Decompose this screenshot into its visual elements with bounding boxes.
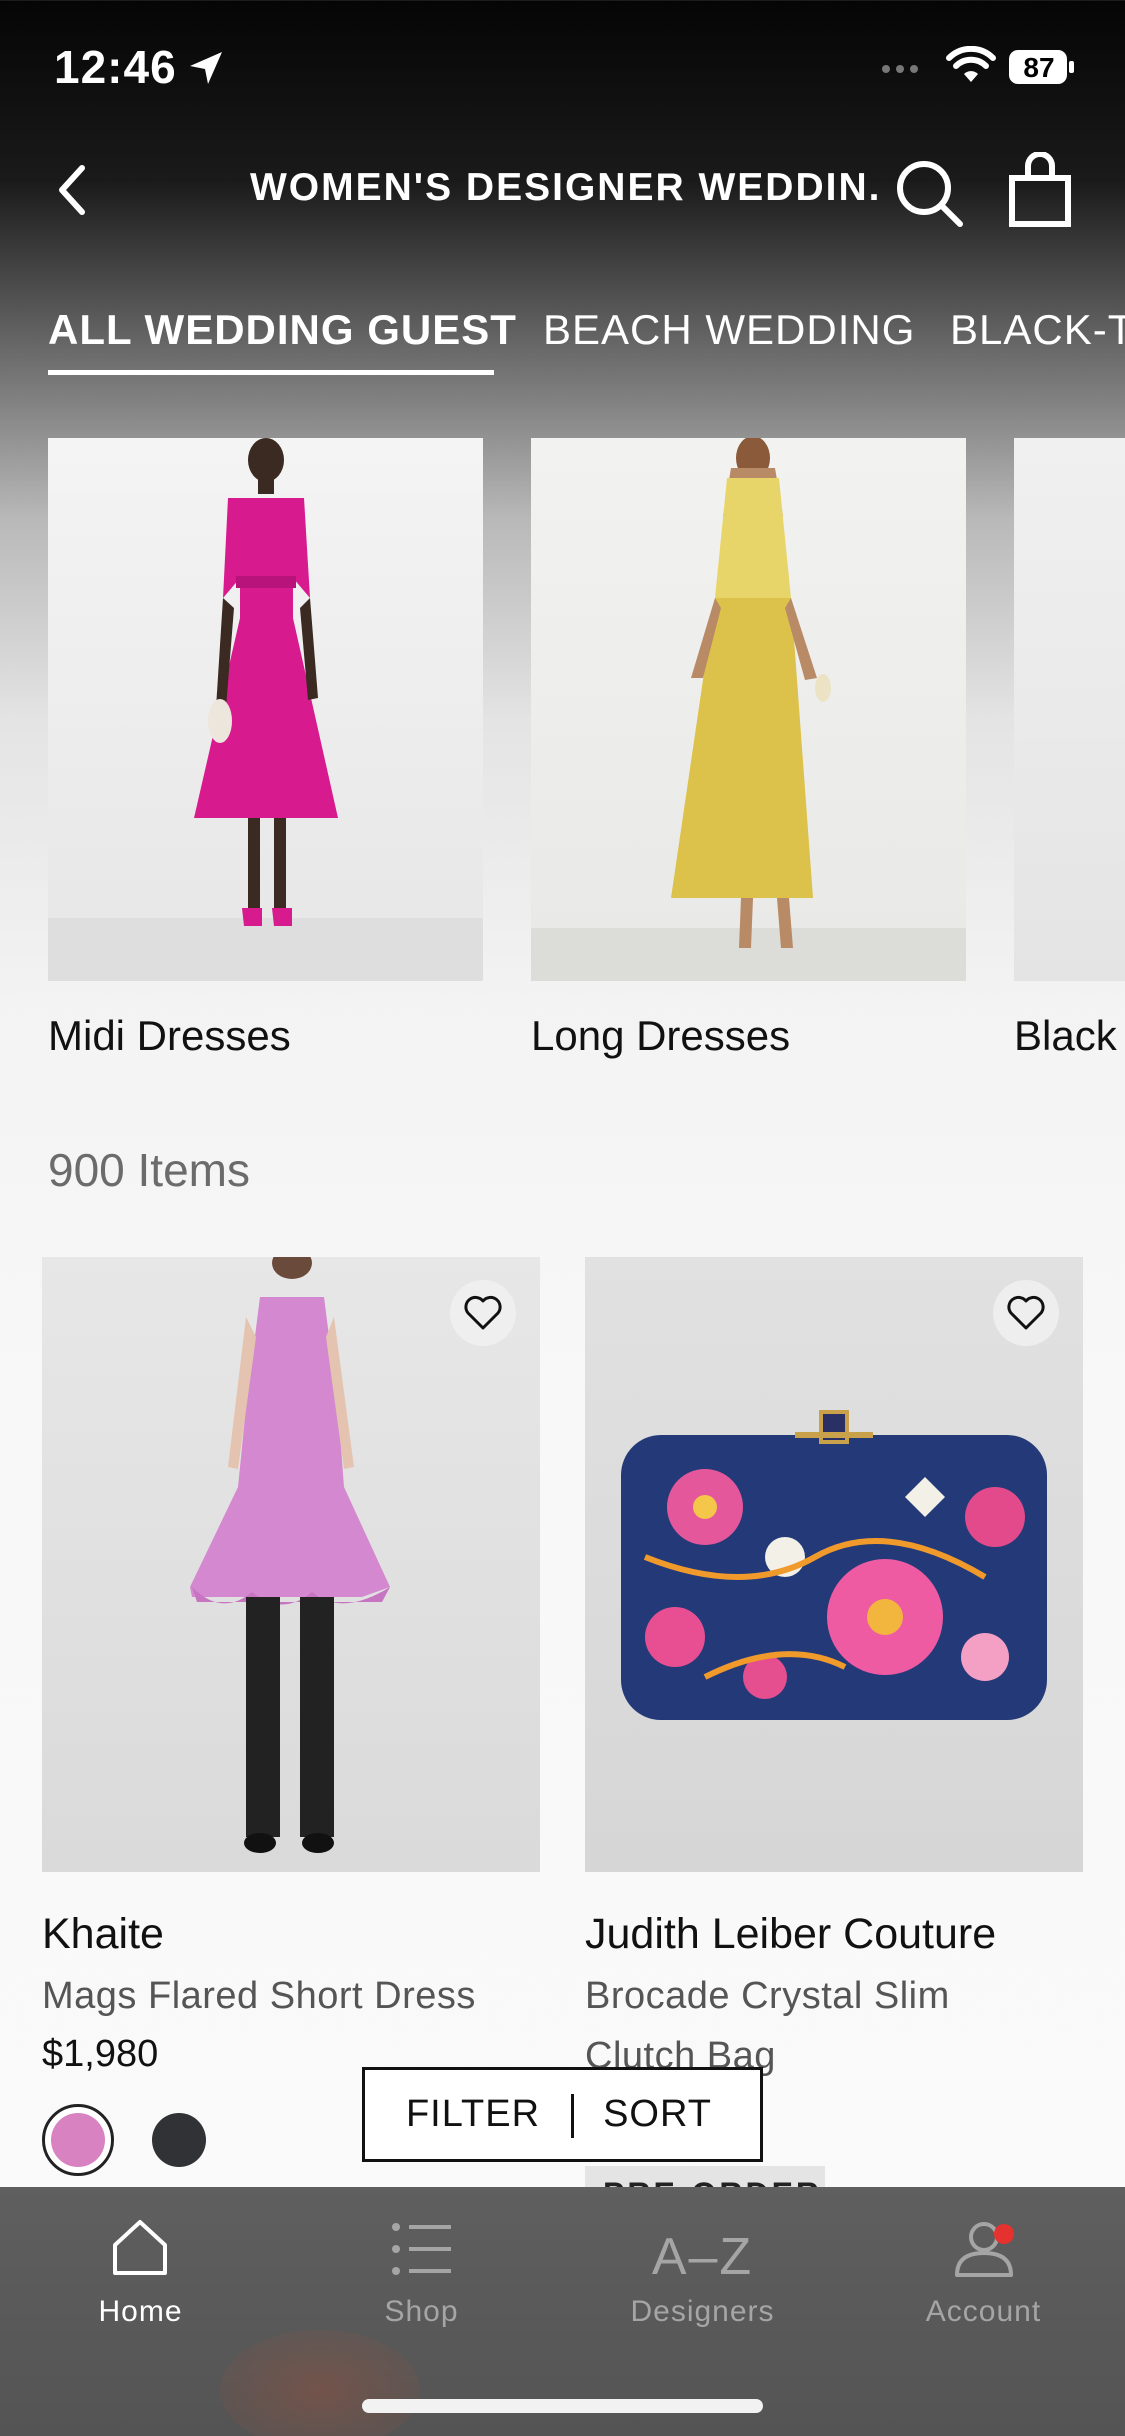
color-swatch-pink[interactable]: [42, 2104, 114, 2176]
nav-shop-label: Shop: [384, 2295, 459, 2328]
heart-icon: [1007, 1295, 1045, 1330]
product-name[interactable]: Mags Flared Short Dress: [42, 1975, 476, 2018]
battery-level: 87: [1023, 52, 1055, 83]
status-time: 12:46: [54, 41, 177, 93]
sort-button[interactable]: SORT: [575, 2070, 760, 2159]
location-arrow-icon: [190, 52, 222, 84]
back-button[interactable]: [48, 150, 108, 230]
category-label-midi-dresses[interactable]: Midi Dresses: [48, 1012, 291, 1060]
nav-home-label: Home: [98, 2295, 183, 2328]
category-label-black[interactable]: Black: [1014, 1012, 1117, 1060]
nav-home[interactable]: Home: [0, 2187, 281, 2347]
wifi-icon: [946, 46, 996, 82]
items-count: 900 Items: [48, 1144, 250, 1196]
active-tab-underline: [48, 370, 494, 375]
notification-badge: [994, 2224, 1014, 2244]
tab-black-tie[interactable]: BLACK-TI: [950, 306, 1125, 354]
tab-beach-wedding[interactable]: BEACH WEDDING: [543, 306, 915, 354]
product-price: $1,980: [42, 2033, 159, 2075]
nav-designers[interactable]: A–Z Designers: [562, 2187, 843, 2347]
category-image-long-dresses[interactable]: [531, 438, 966, 981]
search-icon[interactable]: [890, 154, 970, 234]
home-indicator[interactable]: [362, 2399, 763, 2413]
signal-dots-icon: [882, 65, 918, 73]
shopping-bag-icon[interactable]: [1002, 152, 1082, 232]
page-title: WOMEN'S DESIGNER WEDDIN...: [250, 166, 880, 209]
color-swatch-black[interactable]: [152, 2113, 206, 2167]
nav-shop[interactable]: Shop: [281, 2187, 562, 2347]
product-name-line1[interactable]: Brocade Crystal Slim: [585, 1975, 950, 2018]
list-icon: [392, 2223, 451, 2275]
tab-all-wedding-guest[interactable]: ALL WEDDING GUEST: [48, 306, 517, 354]
nav-account-label: Account: [925, 2295, 1042, 2328]
filter-sort-divider: [571, 2094, 574, 2138]
product-brand[interactable]: Khaite: [42, 1910, 164, 1959]
heart-icon: [464, 1295, 502, 1330]
home-icon: [113, 2220, 167, 2275]
product-image-judith-leiber-clutch[interactable]: [585, 1257, 1083, 1872]
filter-button[interactable]: FILTER: [365, 2070, 565, 2159]
product-image-khaite-dress[interactable]: [42, 1257, 540, 1872]
favorite-button[interactable]: [450, 1280, 516, 1346]
nav-account[interactable]: Account: [843, 2187, 1124, 2347]
filter-sort-bar: FILTER SORT: [362, 2067, 763, 2162]
category-image-midi-dresses[interactable]: [48, 438, 483, 981]
product-brand[interactable]: Judith Leiber Couture: [585, 1910, 996, 1959]
az-icon: A–Z: [651, 2228, 754, 2286]
category-label-long-dresses[interactable]: Long Dresses: [531, 1012, 790, 1060]
category-image-black[interactable]: [1014, 438, 1125, 981]
battery-indicator: 87: [1008, 48, 1076, 86]
nav-designers-label: Designers: [630, 2295, 775, 2328]
favorite-button[interactable]: [993, 1280, 1059, 1346]
